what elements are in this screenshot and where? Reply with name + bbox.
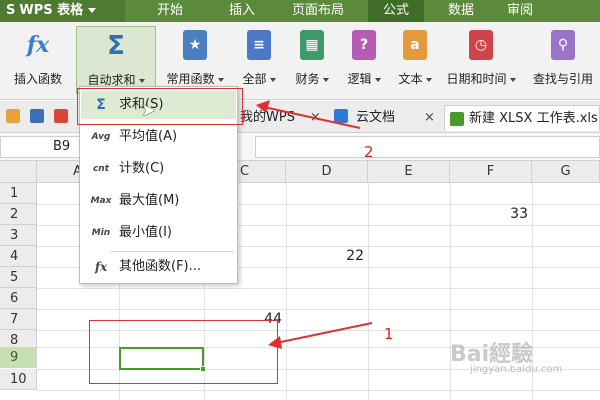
annotation-label-1: 1 [384,325,394,343]
arrow-2-line [263,106,361,129]
watermark-subtext: jingyan.baidu.com [470,364,563,375]
arrow-1-line [275,322,373,344]
arrow-2-head [256,100,270,113]
annotation-label-2: 2 [364,143,374,161]
arrow-1-head [268,336,282,349]
